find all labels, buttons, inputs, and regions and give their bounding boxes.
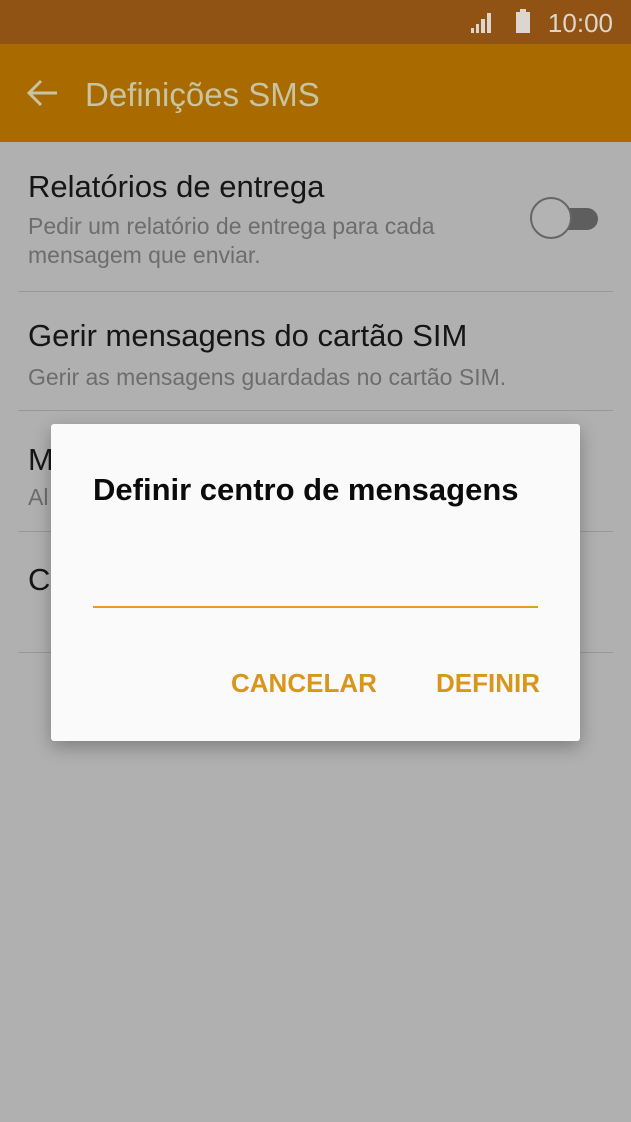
status-time: 10:00 <box>547 8 613 38</box>
toggle-thumb <box>530 197 572 239</box>
setting-subtitle-line1: Pedir um relatório de entrega para cada <box>28 213 435 239</box>
setting-title: M <box>28 442 54 477</box>
setting-subtitle-line2: mensagem que enviar. <box>28 242 261 268</box>
setting-subtitle: Gerir as mensagens guardadas no cartão S… <box>28 364 507 390</box>
setting-manage-sim-messages[interactable]: Gerir mensagens do cartão SIM Gerir as m… <box>0 292 631 410</box>
battery-icon <box>516 9 530 33</box>
arrow-left-icon[interactable] <box>26 76 60 110</box>
app-bar: Definições SMS <box>0 44 631 142</box>
dialog-title: Definir centro de mensagens <box>93 472 519 507</box>
page-title: Definições SMS <box>85 76 320 113</box>
setting-title: C <box>28 562 51 597</box>
setting-subtitle: Al <box>28 484 49 510</box>
message-center-input[interactable] <box>93 568 538 608</box>
setting-title: Relatórios de entrega <box>28 169 325 204</box>
cancel-button[interactable]: CANCELAR <box>231 668 377 699</box>
define-button[interactable]: DEFINIR <box>436 668 540 699</box>
setting-delivery-reports[interactable]: Relatórios de entrega Pedir um relatório… <box>0 142 631 291</box>
delivery-reports-toggle[interactable] <box>530 197 598 239</box>
setting-title: Gerir mensagens do cartão SIM <box>28 318 468 353</box>
status-bar: 10:00 <box>0 0 631 44</box>
signal-icon <box>471 13 491 33</box>
message-center-dialog: Definir centro de mensagens CANCELAR DEF… <box>51 424 580 741</box>
